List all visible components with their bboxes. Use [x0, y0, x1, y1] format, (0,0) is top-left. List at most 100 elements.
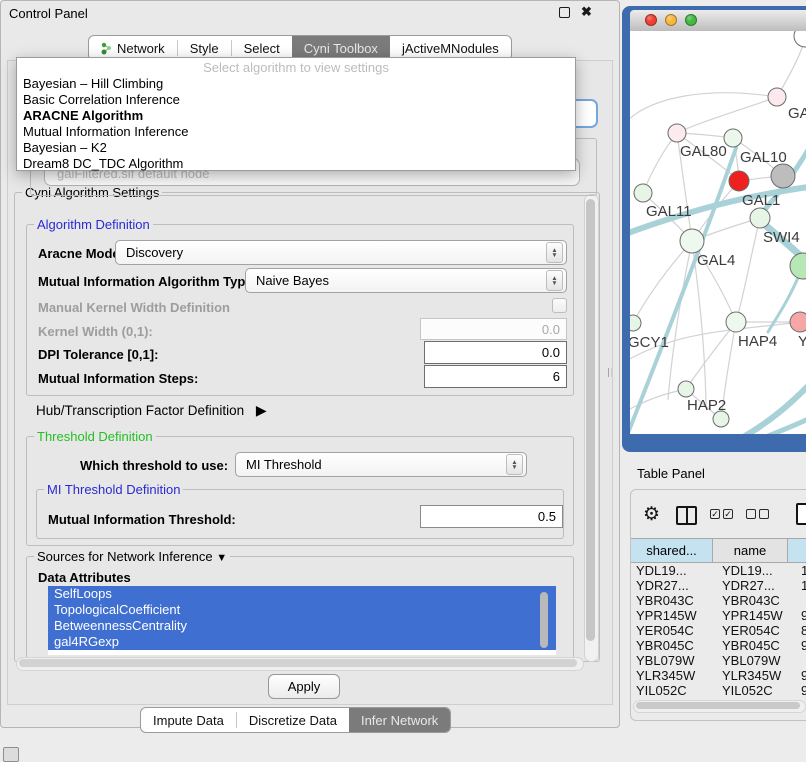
attribute-item-selfloops[interactable]: SelfLoops [48, 586, 556, 602]
algorithm-option-bayesian-k2[interactable]: Bayesian – K2 [23, 140, 107, 156]
bottom-tab-infer-network[interactable]: Infer Network [349, 708, 450, 732]
attribute-item-topologicalcoefficient[interactable]: TopologicalCoefficient [48, 602, 556, 618]
deselect-all-icon[interactable] [746, 509, 769, 519]
which-threshold-value: MI Threshold [246, 457, 322, 472]
checked-box-icon: ✓ [723, 509, 733, 519]
network-edge[interactable] [777, 40, 805, 97]
algorithm-option-bayesian-hill-climbing[interactable]: Bayesian – Hill Climbing [23, 76, 163, 92]
table-row[interactable]: YLR345WYLR345W9. [631, 668, 806, 683]
table-column-header-2[interactable] [788, 539, 806, 562]
table-cell: YBR045C [631, 638, 717, 653]
hub-definition-toggle[interactable]: Hub/Transcription Factor Definition ▶ [36, 402, 267, 419]
document-icon[interactable] [796, 503, 806, 525]
stepper-icon: ▲▼ [506, 454, 523, 475]
network-node[interactable] [630, 315, 641, 331]
table-row[interactable]: YBR045CYBR045C9. [631, 638, 806, 653]
aracne-mode-combo[interactable]: Discovery ▲▼ [115, 240, 567, 265]
table-row[interactable]: YDL19...YDL19...13 [631, 563, 806, 578]
table-row[interactable]: YPR145WYPR145W9. [631, 608, 806, 623]
apply-button-label: Apply [288, 679, 321, 694]
attribute-item-betweennesscentrality[interactable]: BetweennessCentrality [48, 618, 556, 634]
select-all-icon[interactable]: ✓ ✓ [710, 509, 733, 519]
table-row[interactable]: YIL052CYIL052C9. [631, 683, 806, 698]
data-attributes-list[interactable]: SelfLoopsTopologicalCoefficientBetweenne… [48, 586, 556, 655]
settings-vertical-scrollbar[interactable] [584, 194, 599, 662]
table-cell: YBL079W [631, 653, 717, 668]
settings-horizontal-scrollbar-thumb[interactable] [19, 659, 577, 667]
bottom-tab-impute-data[interactable]: Impute Data [141, 708, 236, 732]
close-icon[interactable]: ✖ [581, 4, 592, 20]
panel-resize-handle[interactable] [608, 368, 612, 377]
table-column-header-shared[interactable]: shared... [631, 539, 713, 562]
algorithm-option-aracne-algorithm[interactable]: ARACNE Algorithm [23, 108, 143, 124]
split-columns-icon[interactable] [676, 506, 697, 525]
algorithm-dropdown-popup: Select algorithm to view settings Bayesi… [16, 57, 576, 171]
mi-algorithm-type-combo[interactable]: Naive Bayes ▲▼ [245, 268, 567, 293]
attributes-scrollbar-thumb[interactable] [540, 592, 548, 648]
table-cell: 9. [796, 683, 806, 698]
network-node-label-gcy1: GCY1 [630, 334, 669, 351]
network-node[interactable] [768, 88, 786, 106]
algorithm-option-basic-correlation-inference[interactable]: Basic Correlation Inference [23, 92, 180, 108]
manual-kernel-width-checkbox[interactable] [552, 298, 567, 313]
gear-icon[interactable]: ⚙ [643, 503, 660, 526]
table-horizontal-scrollbar[interactable] [633, 700, 806, 713]
table-row[interactable]: YER054CYER054C8. [631, 623, 806, 638]
kernel-width-field[interactable]: 0.0 [420, 318, 567, 340]
bottom-tab-discretize-data[interactable]: Discretize Data [237, 708, 349, 732]
which-threshold-combo[interactable]: MI Threshold ▲▼ [235, 452, 527, 477]
mi-threshold-field[interactable]: 0.5 [420, 505, 563, 528]
network-edge-highlighted[interactable] [745, 386, 806, 434]
table-column-header-name[interactable]: name [713, 539, 788, 562]
network-edge[interactable] [643, 133, 677, 193]
settings-horizontal-scrollbar[interactable] [16, 657, 584, 671]
settings-vertical-scrollbar-thumb[interactable] [586, 199, 595, 641]
network-node-label-hap2: HAP2 [687, 397, 726, 414]
network-edge[interactable] [736, 218, 760, 322]
zoom-traffic-light[interactable] [685, 14, 697, 26]
table-cell: 13 [796, 563, 806, 578]
network-node[interactable] [794, 31, 806, 47]
network-canvas[interactable]: GALGAL80GAL10GAL1GAL11SWI4GAL4GCY1HAP4YH… [630, 31, 806, 434]
network-node[interactable] [771, 164, 795, 188]
network-node[interactable] [678, 381, 694, 397]
table-row[interactable]: YDR27...YDR27...12 [631, 578, 806, 593]
network-node-label-swi4: SWI4 [763, 229, 800, 246]
network-edge[interactable] [677, 97, 777, 133]
table-cell: YIL052C [631, 683, 717, 698]
mi-steps-value: 6 [553, 369, 560, 384]
network-icon [101, 42, 112, 55]
network-node[interactable] [680, 229, 704, 253]
attribute-item-gal4rgexp[interactable]: gal4RGexp [48, 634, 556, 650]
table-row[interactable]: YBR043CYBR043C [631, 593, 806, 608]
network-node[interactable] [750, 208, 770, 228]
network-edge[interactable] [686, 322, 736, 389]
network-node[interactable] [668, 124, 686, 142]
table-horizontal-scrollbar-thumb[interactable] [636, 702, 800, 709]
network-node[interactable] [726, 312, 746, 332]
sources-group-title[interactable]: Sources for Network Inference ▼ [34, 549, 230, 564]
algorithm-option-dream8-dc-tdc-algorithm[interactable]: Dream8 DC_TDC Algorithm [23, 156, 183, 172]
mi-steps-field[interactable]: 6 [424, 365, 567, 388]
network-node[interactable] [790, 312, 806, 332]
algorithm-option-mutual-information-inference[interactable]: Mutual Information Inference [23, 124, 188, 140]
float-window-icon[interactable] [559, 7, 570, 18]
network-edge-highlighted[interactable] [768, 419, 806, 434]
table-cell: YER054C [717, 623, 796, 638]
dpi-tolerance-field[interactable]: 0.0 [424, 341, 567, 364]
network-node-label-gal4: GAL4 [697, 252, 735, 269]
screen: Control Panel ✖ NetworkStyleSelectCyni T… [0, 0, 806, 762]
table-cell: YDR27... [631, 578, 717, 593]
tab-jactivemnodules-label: jActiveMNodules [402, 41, 499, 56]
table-row[interactable]: YBL079WYBL079W [631, 653, 806, 668]
network-node[interactable] [634, 184, 652, 202]
table-cell: YLR345W [631, 668, 717, 683]
minimize-traffic-light[interactable] [665, 14, 677, 26]
network-node[interactable] [790, 253, 806, 279]
network-node[interactable] [729, 171, 749, 191]
network-edge[interactable] [630, 93, 777, 120]
apply-button[interactable]: Apply [268, 674, 340, 699]
network-edge[interactable] [633, 241, 692, 323]
close-traffic-light[interactable] [645, 14, 657, 26]
docked-panel-icon[interactable] [3, 747, 19, 762]
